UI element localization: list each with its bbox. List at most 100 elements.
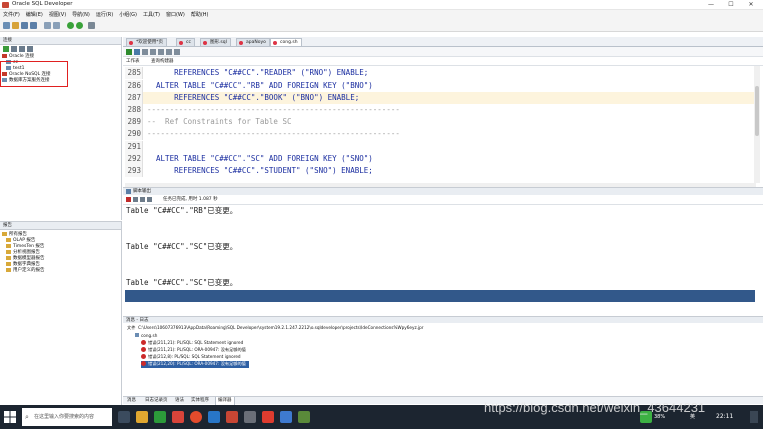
tab-logging-page[interactable]: 日志记录页 <box>143 397 170 405</box>
app-icon-gray[interactable] <box>244 411 256 423</box>
menu-edit[interactable]: 编辑(E) <box>23 10 46 20</box>
menu-run[interactable]: 运行(R) <box>93 10 116 20</box>
file-explorer-icon[interactable] <box>136 411 148 423</box>
wechat-icon[interactable] <box>154 411 166 423</box>
undo-icon[interactable] <box>44 22 51 29</box>
error-icon <box>141 347 146 352</box>
log-group[interactable]: cong.sh <box>135 333 157 340</box>
word-icon[interactable] <box>208 411 220 423</box>
taskbar-search[interactable]: ⌕ 在这里输入你要搜索的内容 <box>22 408 112 426</box>
new-file-icon[interactable] <box>3 22 10 29</box>
error-icon <box>141 340 146 345</box>
watermark: https://blog.csdn.net/weixin_43644231 <box>484 400 706 415</box>
menu-navigate[interactable]: 导航(N) <box>69 10 93 20</box>
error-icon <box>141 354 146 359</box>
output-line: Table "C##CC"."SC"已变更。 <box>126 278 238 287</box>
close-tab-icon[interactable] <box>179 41 183 45</box>
code-line: 292 ALTER TABLE "C##CC"."SC" ADD FOREIGN… <box>125 153 754 165</box>
redo-icon[interactable] <box>53 22 60 29</box>
task-view-icon[interactable] <box>118 411 130 423</box>
highlight-box <box>0 61 68 87</box>
tab-apanoyo[interactable]: apaNoyo <box>236 38 270 46</box>
menu-bar: 文件(F) 编辑(E) 视图(V) 导航(N) 运行(R) 小组(G) 工具(T) 窗口(W)… <box>0 10 763 20</box>
refresh-icon[interactable] <box>11 46 17 52</box>
sql-worksheet-icon[interactable] <box>88 22 95 29</box>
close-tab-icon[interactable] <box>239 41 243 45</box>
pin-icon[interactable] <box>126 197 131 202</box>
menu-team[interactable]: 小组(G) <box>116 10 140 20</box>
save-icon[interactable] <box>21 22 28 29</box>
clear-output-icon[interactable] <box>133 197 138 202</box>
filter-icon[interactable] <box>19 46 25 52</box>
notification-icon[interactable] <box>750 411 758 423</box>
app-icon-green[interactable] <box>298 411 310 423</box>
scroll-thumb[interactable] <box>755 86 759 136</box>
tab-syntax[interactable]: 语法 <box>173 397 186 405</box>
explain-plan-icon[interactable] <box>158 49 164 55</box>
log-entry[interactable]: 错误(211,21): PL/SQL: SQL Statement ignore… <box>141 340 243 347</box>
save-output-icon[interactable] <box>140 197 145 202</box>
close-tab-icon[interactable] <box>273 41 277 45</box>
sql-developer-taskbar-icon[interactable] <box>226 411 238 423</box>
log-entry[interactable]: 错误(212,8): PL/SQL: SQL Statement ignored <box>141 354 241 361</box>
close-tab-icon[interactable] <box>129 41 133 45</box>
connections-panel: 连接 Oracle 连接 cc test1 Oracle NoSQL 连接 数据… <box>0 37 122 220</box>
app-icon-red[interactable] <box>172 411 184 423</box>
add-connection-icon[interactable] <box>3 46 9 52</box>
tab-cong-sh[interactable]: cong.sh <box>270 38 302 46</box>
folder-icon <box>6 238 11 242</box>
close-button[interactable]: ✕ <box>741 0 761 10</box>
folder-icon <box>2 232 7 236</box>
report-user-defined[interactable]: 用户定义的报告 <box>2 268 121 274</box>
open-folder-icon[interactable] <box>12 22 19 29</box>
windows-start-icon[interactable] <box>4 411 16 423</box>
run-statement-icon[interactable] <box>126 49 132 55</box>
run-script-icon[interactable] <box>134 49 140 55</box>
minimize-button[interactable]: — <box>701 0 721 10</box>
print-icon[interactable] <box>147 197 152 202</box>
app-icon-blue[interactable] <box>280 411 292 423</box>
script-output-icon <box>126 189 131 194</box>
folder-icon <box>6 244 11 248</box>
folder-icon <box>6 268 11 272</box>
database-icon <box>2 54 7 58</box>
menu-window[interactable]: 窗口(W) <box>163 10 188 20</box>
editor-scrollbar[interactable] <box>754 66 760 183</box>
menu-help[interactable]: 帮助(H) <box>188 10 212 20</box>
code-line: 288 -------------------------------------… <box>125 104 754 116</box>
task-status: 任务已完成, 用时 1.087 秒 <box>163 197 218 202</box>
tab-graph-sql[interactable]: 图形.sql <box>200 38 231 46</box>
tab-messages[interactable]: 消息 <box>125 397 138 405</box>
pdf-icon[interactable] <box>262 411 274 423</box>
sql-editor[interactable]: 285 REFERENCES "C##CC"."READER" ("RNO") … <box>125 66 754 181</box>
back-icon[interactable] <box>67 22 74 29</box>
menu-tools[interactable]: 工具(T) <box>140 10 163 20</box>
log-entry[interactable]: 错误(211,21): PL/SQL: ORA-00947: 没有足够的值 <box>141 347 246 354</box>
tab-worksheet[interactable]: 工作表 <box>126 58 140 65</box>
schema-browser-icon[interactable] <box>27 46 33 52</box>
log-header: 消息 - 日志 <box>123 316 763 323</box>
app-icon <box>2 2 9 8</box>
reports-header: 报告 <box>0 222 121 230</box>
title-bar: Oracle SQL Developer — ☐ ✕ <box>0 0 763 10</box>
rollback-icon[interactable] <box>150 49 156 55</box>
menu-view[interactable]: 视图(V) <box>46 10 69 20</box>
commit-icon[interactable] <box>142 49 148 55</box>
code-line: 291 <box>125 141 754 153</box>
autotrace-icon[interactable] <box>166 49 172 55</box>
close-tab-icon[interactable] <box>203 41 207 45</box>
connections-header: 连接 <box>0 37 121 45</box>
menu-file[interactable]: 文件(F) <box>0 10 23 20</box>
maximize-button[interactable]: ☐ <box>721 0 741 10</box>
connections-toolbar <box>0 45 121 54</box>
forward-icon[interactable] <box>76 22 83 29</box>
browser-icon[interactable] <box>190 411 202 423</box>
tab-cc[interactable]: cc <box>176 38 195 46</box>
tab-entity-program[interactable]: 实体程序 <box>189 397 211 405</box>
clear-icon[interactable] <box>174 49 180 55</box>
search-placeholder: 在这里输入你要搜索的内容 <box>34 414 95 420</box>
save-all-icon[interactable] <box>30 22 37 29</box>
tab-query-builder[interactable]: 查询构建器 <box>151 58 174 65</box>
log-entry-selected[interactable]: 错误(212,20): PL/SQL: ORA-00947: 没有足够的值 <box>141 361 249 368</box>
tab-welcome[interactable]: *欢迎使用*页 <box>126 38 167 46</box>
